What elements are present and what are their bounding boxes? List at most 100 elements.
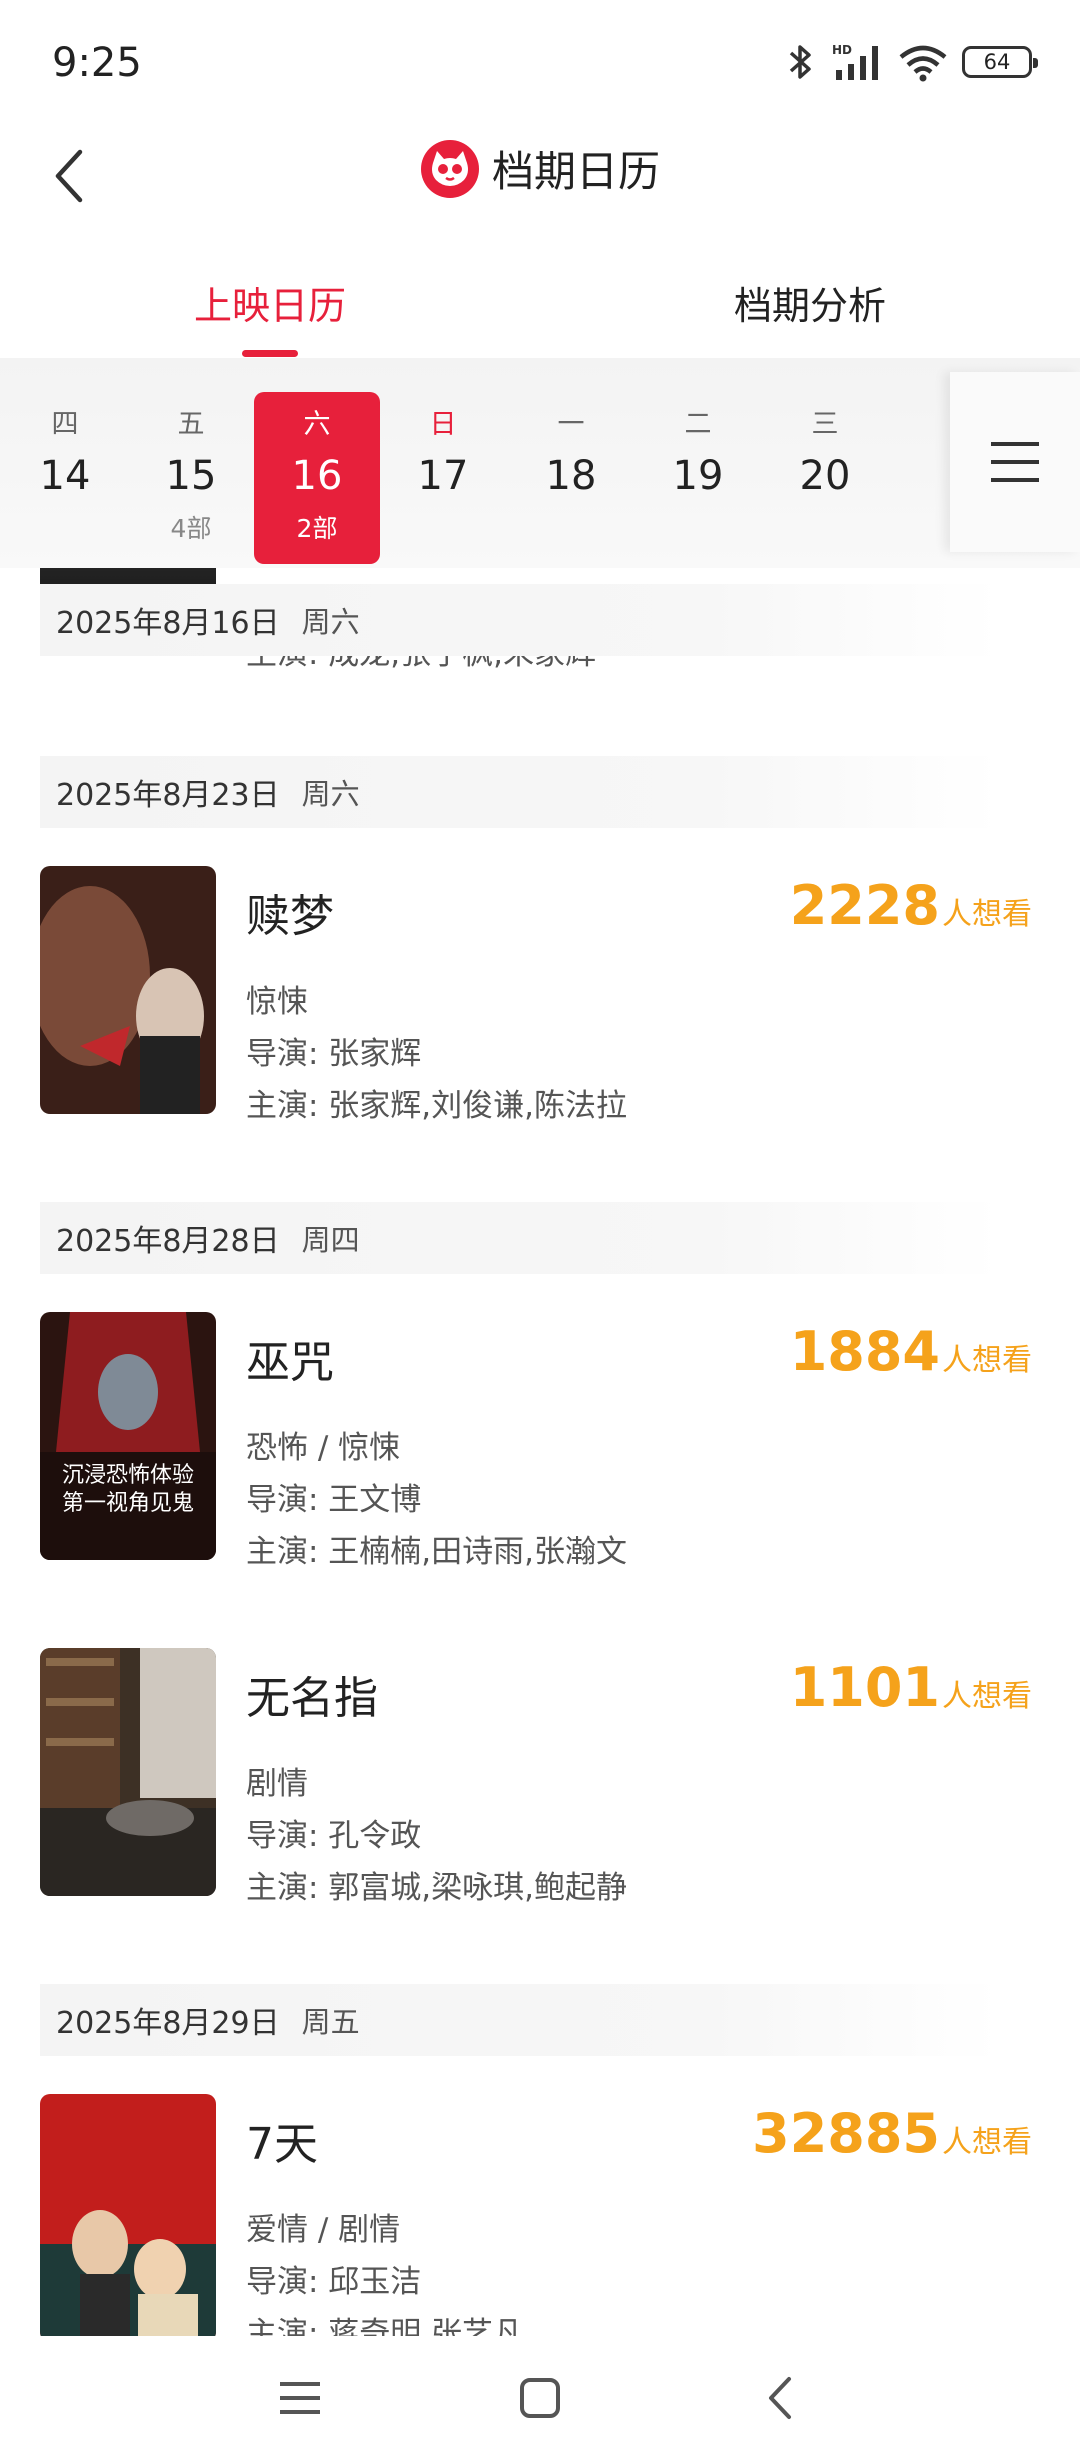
weekday-label: 周六 — [301, 605, 360, 639]
nav-back-button[interactable] — [740, 2366, 820, 2430]
calendar-day[interactable]: 三 20 — [762, 392, 888, 564]
want-to-see: 32885 人想看 — [752, 2102, 1032, 2165]
movie-genre: 恐怖 / 惊悚 — [246, 1430, 401, 1466]
movie-genre: 爱情 / 剧情 — [246, 2212, 401, 2248]
weekday-label: 周六 — [301, 777, 360, 811]
calendar-day[interactable]: 二 19 — [635, 392, 761, 564]
movie-list: 主演: 成龙,张子枫,朱家辉 2025年8月16日 周六 2025年8月23日 … — [0, 568, 1080, 2336]
status-time: 9:25 — [52, 40, 142, 86]
date-label: 2025年8月28日 — [56, 1224, 280, 1259]
back-chevron-icon — [769, 2377, 791, 2419]
calendar-day[interactable]: 一 18 — [508, 392, 634, 564]
day-weekday: 二 — [684, 409, 712, 440]
movie-poster[interactable] — [40, 1648, 216, 1896]
cat-eye-logo — [420, 139, 479, 198]
menu-icon — [280, 2382, 320, 2414]
day-number: 14 — [39, 453, 91, 499]
movie-poster[interactable] — [40, 866, 216, 1114]
calendar-day[interactable]: 五 15 4部 — [128, 392, 254, 564]
movie-item[interactable]: 无名指 1101 人想看 剧情 导演: 孔令政 主演: 郭富城,梁咏琪,鲍起静 — [0, 1648, 1080, 1908]
day-number: 16 — [291, 453, 343, 499]
tab-bar: 上映日历 档期分析 — [0, 262, 1080, 358]
date-header: 2025年8月28日 周四 — [40, 1202, 1000, 1274]
status-icons: HD 64 — [784, 42, 1038, 82]
calendar-day-selected[interactable]: 六 16 2部 — [254, 392, 380, 564]
movie-item[interactable]: 赎梦 2228 人想看 惊悚 导演: 张家辉 主演: 张家辉,刘俊谦,陈法拉 — [0, 866, 1080, 1126]
date-label: 2025年8月29日 — [56, 2006, 280, 2041]
movie-title: 赎梦 — [246, 891, 334, 942]
day-number: 17 — [417, 453, 469, 499]
movie-director: 导演: 邱玉洁 — [246, 2264, 422, 2300]
day-weekday: 日 — [429, 409, 457, 440]
status-bar: 9:25 HD 64 — [0, 0, 1080, 130]
day-weekday: 五 — [177, 409, 205, 440]
poster-image: 沉浸恐怖体验 第一视角见鬼 — [40, 1312, 216, 1560]
day-number: 15 — [165, 453, 217, 499]
battery-icon: 64 — [962, 46, 1038, 78]
nav-home-button[interactable] — [500, 2366, 580, 2430]
want-label: 人想看 — [942, 1343, 1032, 1378]
weekday-label: 周五 — [301, 2005, 360, 2039]
header-title-group: 档期日历 — [0, 138, 1080, 199]
movie-genre: 惊悚 — [246, 984, 308, 1020]
network-label: HD — [832, 43, 852, 57]
weekday-label: 周四 — [301, 1223, 360, 1257]
tab-active-indicator — [242, 350, 298, 357]
want-to-see: 1884 人想看 — [790, 1320, 1032, 1383]
poster-image — [40, 2094, 216, 2336]
movie-cast: 主演: 王楠楠,田诗雨,张瀚文 — [246, 1534, 628, 1570]
calendar-day[interactable]: 日 17 — [380, 392, 506, 564]
page-title: 档期日历 — [491, 147, 660, 196]
want-count: 32885 — [752, 2102, 940, 2165]
poster-text: 沉浸恐怖体验 — [62, 1463, 194, 1488]
bluetooth-icon — [789, 45, 811, 79]
movie-cast: 主演: 郭富城,梁咏琪,鲍起静 — [246, 1870, 628, 1906]
movie-title: 巫咒 — [246, 1337, 334, 1388]
date-header: 2025年8月23日 周六 — [40, 756, 1000, 828]
movie-cast: 主演: 张家辉,刘俊谦,陈法拉 — [246, 1088, 628, 1124]
movie-title: 无名指 — [246, 1673, 378, 1724]
date-header-sticky: 2025年8月16日 周六 — [40, 584, 1000, 656]
movie-genre: 剧情 — [246, 1766, 308, 1802]
day-number: 18 — [545, 453, 597, 499]
movie-director: 导演: 王文博 — [246, 1482, 422, 1518]
day-weekday: 三 — [811, 409, 839, 440]
movie-poster[interactable] — [40, 2094, 216, 2336]
want-to-see: 2228 人想看 — [790, 874, 1032, 937]
want-label: 人想看 — [942, 2125, 1032, 2160]
hamburger-menu-icon — [991, 442, 1039, 482]
day-weekday: 六 — [303, 409, 331, 440]
date-calendar-strip: 四 14 五 15 4部 六 16 2部 日 17 一 18 二 19 三 20 — [0, 358, 1080, 568]
movie-item[interactable]: 沉浸恐怖体验 第一视角见鬼 巫咒 1884 人想看 恐怖 / 惊悚 导演: 王文… — [0, 1312, 1080, 1572]
movie-title: 7天 — [246, 2119, 318, 2170]
want-label: 人想看 — [942, 897, 1032, 932]
want-label: 人想看 — [942, 1679, 1032, 1714]
movie-director: 导演: 张家辉 — [246, 1036, 422, 1072]
calendar-day[interactable]: 四 14 — [2, 392, 128, 564]
home-square-icon — [520, 2378, 560, 2418]
want-to-see: 1101 人想看 — [790, 1656, 1032, 1719]
movie-director: 导演: 孔令政 — [246, 1818, 422, 1854]
want-count: 2228 — [789, 874, 940, 937]
poster-image — [40, 1648, 216, 1896]
movie-item[interactable]: 7天 32885 人想看 爱情 / 剧情 导演: 邱玉洁 主演: 蒋奇明,张艺凡 — [0, 2094, 1080, 2336]
want-count: 1884 — [789, 1320, 940, 1383]
date-header: 2025年8月29日 周五 — [40, 1984, 1000, 2056]
poster-image — [40, 866, 216, 1114]
day-weekday: 四 — [51, 409, 79, 440]
wifi-icon — [899, 45, 947, 82]
day-number: 19 — [672, 453, 724, 499]
header: 档期日历 — [0, 130, 1080, 280]
movie-poster[interactable]: 沉浸恐怖体验 第一视角见鬼 — [40, 1312, 216, 1560]
nav-menu-button[interactable] — [260, 2366, 340, 2430]
movie-cast: 主演: 蒋奇明,张艺凡 — [246, 2316, 525, 2336]
day-weekday: 一 — [557, 409, 585, 440]
system-navigation-bar — [0, 2336, 1080, 2460]
calendar-menu-button[interactable] — [950, 372, 1080, 552]
date-label: 2025年8月16日 — [56, 606, 280, 641]
want-count: 1101 — [789, 1656, 940, 1719]
poster-text: 第一视角见鬼 — [62, 1491, 194, 1516]
tab-schedule-analysis[interactable]: 档期分析 — [690, 262, 930, 342]
tab-release-calendar[interactable]: 上映日历 — [150, 262, 390, 342]
day-movie-count: 2部 — [296, 514, 338, 543]
